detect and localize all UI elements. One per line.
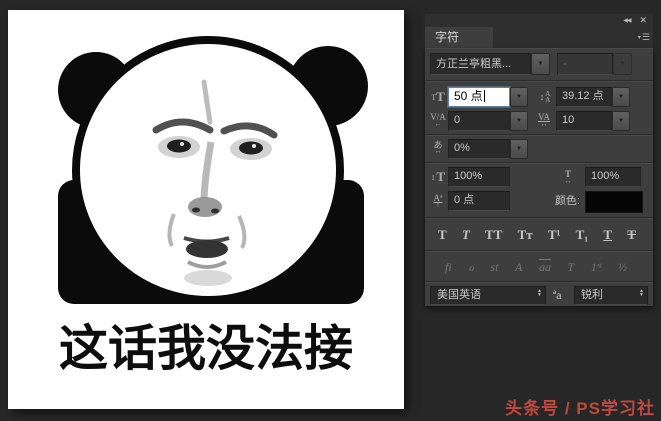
font-size-icon[interactable]: TT: [429, 89, 447, 105]
vertical-scale-icon[interactable]: ↕ T: [429, 169, 447, 185]
swash-icon: A: [515, 260, 523, 274]
meme-caption-text: 这话我没法接: [58, 322, 353, 376]
faux-bold-button[interactable]: T: [438, 228, 447, 241]
proportional-spacing-dropdown-button[interactable]: ▼: [510, 139, 528, 159]
text-caret: [483, 90, 485, 102]
stylistic-alternates-icon: aa: [538, 260, 551, 274]
leading-dropdown-button[interactable]: ▼: [612, 87, 630, 107]
character-panel: ◀◀ ✕ 字符 ▾ ☰ 方正兰亭粗黑... ▼ - ▼ TT 50 点 ▼ ↕ …: [425, 14, 653, 306]
font-size-input[interactable]: 50 点: [448, 87, 510, 107]
kerning-dropdown-button[interactable]: ▼: [510, 111, 528, 131]
chevron-down-icon: ▼: [516, 118, 522, 124]
vertical-scale-field[interactable]: 100%: [448, 167, 510, 187]
all-caps-button[interactable]: TT: [485, 228, 502, 241]
tracking-dropdown-button[interactable]: ▼: [612, 111, 630, 131]
divider: [425, 80, 653, 81]
ligatures-icon: fi: [445, 260, 452, 274]
close-panel-icon[interactable]: ✕: [639, 16, 647, 25]
collapse-panel-icon[interactable]: ◀◀: [623, 17, 631, 24]
font-family-dropdown-button[interactable]: ▼: [531, 53, 550, 75]
divider: [425, 217, 653, 218]
font-style-field: -: [557, 53, 613, 75]
document-canvas[interactable]: 这话我没法接: [8, 10, 404, 409]
proportional-spacing-field[interactable]: 0%: [448, 139, 510, 159]
chevron-down-icon: ▼: [619, 61, 626, 67]
watermark: 头条号 / PS学习社: [505, 399, 655, 418]
baseline-shift-icon[interactable]: Aª ↑: [429, 191, 447, 211]
opentype-buttons: fi ℴ st A aa T 1ˢᵗ ½: [445, 256, 627, 278]
ornaments-icon: ℴ: [468, 260, 474, 274]
tracking-icon[interactable]: VA ↔: [533, 111, 555, 129]
divider: [425, 162, 653, 163]
panel-tabbar: 字符 ▾ ☰: [425, 27, 653, 48]
leading-field[interactable]: 39.12 点: [556, 87, 612, 107]
fractions-icon: ½: [617, 260, 627, 274]
ordinals-icon: 1ˢᵗ: [590, 260, 602, 274]
anti-alias-select[interactable]: 锐利 ▲ ▼: [574, 286, 648, 305]
chevron-down-icon: ▼: [516, 146, 522, 152]
divider: [425, 250, 653, 251]
panel-menu-icon[interactable]: ▾ ☰: [638, 32, 650, 43]
proportional-spacing-icon[interactable]: あ ↔: [429, 139, 447, 157]
panel-topbar: ◀◀ ✕: [425, 14, 653, 27]
baseline-shift-field[interactable]: 0 点: [448, 191, 510, 211]
tracking-field[interactable]: 10: [556, 111, 612, 131]
chevron-down-icon: ▼: [618, 94, 624, 100]
font-style-dropdown-button: ▼: [613, 53, 632, 75]
kerning-icon[interactable]: V/A ←: [429, 111, 447, 129]
font-size-dropdown-button[interactable]: ▼: [510, 87, 528, 107]
faux-italic-button[interactable]: T: [462, 228, 470, 241]
strikethrough-button[interactable]: T: [627, 228, 636, 241]
tab-character[interactable]: 字符: [425, 27, 493, 48]
spinner-icon: ▲ ▼: [639, 288, 644, 298]
horizontal-scale-icon[interactable]: T ↔: [558, 167, 578, 187]
spinner-icon: ▲ ▼: [537, 288, 542, 298]
divider: [425, 281, 653, 282]
chevron-down-icon: ▼: [537, 61, 544, 67]
leading-icon[interactable]: ↕ AA: [535, 89, 555, 105]
character-panel-body: 方正兰亭粗黑... ▼ - ▼ TT 50 点 ▼ ↕ AA 39.12 点 ▼…: [425, 48, 653, 306]
superscript-button[interactable]: T¹: [548, 228, 561, 241]
small-caps-button[interactable]: Tᴛ: [518, 228, 533, 241]
titling-alternates-icon: T: [567, 260, 575, 274]
color-label: 颜色:: [554, 195, 580, 207]
chevron-down-icon: ▼: [618, 118, 624, 124]
text-color-swatch[interactable]: [585, 191, 643, 213]
type-style-buttons: T T TT Tᴛ T¹ T₁ T T: [438, 222, 636, 246]
font-family-field[interactable]: 方正兰亭粗黑...: [430, 53, 531, 75]
chevron-down-icon: ▼: [516, 94, 522, 100]
kerning-field[interactable]: 0: [448, 111, 510, 131]
subscript-button[interactable]: T₁: [576, 228, 589, 241]
anti-alias-icon: ªa: [553, 288, 562, 302]
discretionary-ligatures-icon: st: [490, 260, 499, 274]
underline-button[interactable]: T: [603, 228, 612, 241]
language-select[interactable]: 美国英语 ▲ ▼: [430, 286, 546, 305]
horizontal-scale-field[interactable]: 100%: [585, 167, 641, 187]
divider: [425, 134, 653, 135]
photoshop-workspace: 这话我没法接 ◀◀ ✕ 字符 ▾ ☰ 方正兰亭粗黑... ▼ - ▼ T T 5…: [0, 0, 661, 421]
